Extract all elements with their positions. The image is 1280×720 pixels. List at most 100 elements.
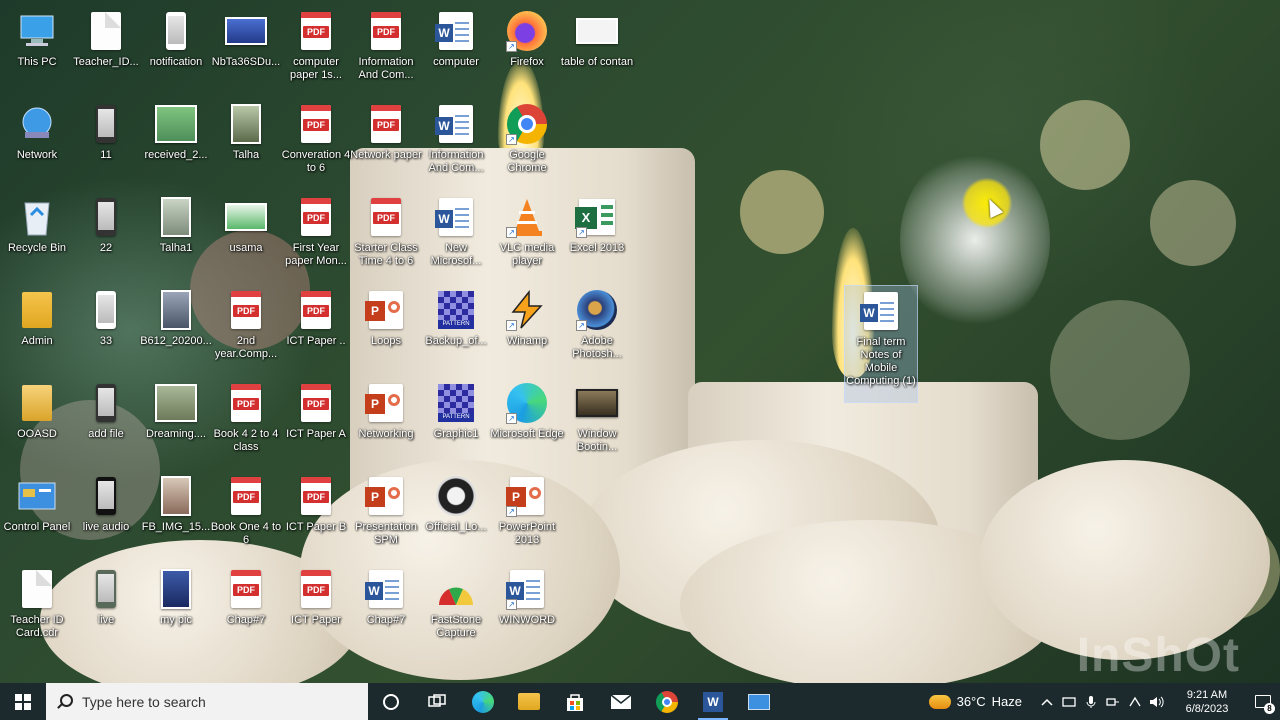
- word-file-icon: W: [435, 196, 477, 238]
- taskbar-word[interactable]: W: [690, 683, 736, 720]
- taskbar-store[interactable]: [552, 683, 598, 720]
- network-ethernet-icon[interactable]: [1102, 683, 1124, 720]
- desktop-icon-22[interactable]: 22: [69, 192, 143, 280]
- taskbar-clock[interactable]: 9:21 AM 6/8/2023: [1168, 688, 1246, 716]
- action-center-button[interactable]: 8: [1246, 683, 1280, 720]
- photo-icon: [155, 196, 197, 238]
- desktop[interactable]: This PC Network Recycle Bin Admin OOASD …: [0, 0, 1280, 683]
- desktop-icon-add-file[interactable]: add file: [69, 378, 143, 466]
- icon-label: Information And Com...: [358, 56, 414, 81]
- onedrive-icon[interactable]: [1058, 683, 1080, 720]
- taskbar-edge[interactable]: [460, 683, 506, 720]
- show-hidden-icons-chevron-up-icon[interactable]: [1036, 683, 1058, 720]
- desktop-icon-usama[interactable]: usama: [209, 192, 283, 280]
- desktop-icon-information-and-com-1[interactable]: PDF Information And Com...: [349, 6, 423, 94]
- desktop-icon-fb-img[interactable]: FB_IMG_15...: [139, 471, 213, 559]
- desktop-icon-ict-paper-b[interactable]: PDF ICT Paper B: [279, 471, 353, 559]
- microphone-icon[interactable]: [1080, 683, 1102, 720]
- wallpaper-bokeh: [1050, 300, 1190, 440]
- desktop-icon-first-year-paper[interactable]: PDF First Year paper Mon...: [279, 192, 353, 280]
- taskbar-chrome[interactable]: [644, 683, 690, 720]
- photo-icon: [225, 103, 267, 145]
- word-file-icon: W: [365, 568, 407, 610]
- desktop-icon-adobe-photoshop[interactable]: ↗ Adobe Photosh...: [560, 285, 634, 373]
- icon-label: FB_IMG_15...: [141, 521, 211, 533]
- desktop-icon-graphic1[interactable]: PATTERN Graphic1: [419, 378, 493, 466]
- desktop-icon-live-audio[interactable]: live audio: [69, 471, 143, 559]
- desktop-icon-table-of-contan[interactable]: table of contan: [560, 6, 634, 94]
- desktop-icon-new-microsoft[interactable]: W New Microsof...: [419, 192, 493, 280]
- icon-label: Network: [16, 149, 58, 161]
- icon-label: Talha1: [159, 242, 193, 254]
- desktop-icon-microsoft-edge[interactable]: ↗ Microsoft Edge: [490, 378, 564, 466]
- file-icon: [16, 568, 58, 610]
- desktop-icon-official-lo[interactable]: Official_Lo...: [419, 471, 493, 559]
- desktop-icon-loops[interactable]: P Loops: [349, 285, 423, 373]
- taskbar: Type here to search W 36°C Haze 9:21 AM …: [0, 683, 1280, 720]
- icon-label: ICT Paper: [291, 614, 341, 626]
- desktop-icon-chap7-word[interactable]: W Chap#7: [349, 564, 423, 652]
- excel-app-icon: X ↗: [575, 196, 618, 238]
- desktop-icon-ict-paper-a[interactable]: PDF ICT Paper A: [279, 378, 353, 466]
- desktop-icon-network-paper[interactable]: PDF Network paper: [349, 99, 423, 187]
- desktop-icon-final-term-notes[interactable]: W Final term Notes of Mobile Computing (…: [844, 285, 918, 403]
- desktop-icon-2nd-year[interactable]: PDF 2nd year.Comp...: [209, 285, 283, 373]
- volume-speaker-icon[interactable]: [1146, 683, 1168, 720]
- desktop-icon-ict-paper-dots[interactable]: PDF ICT Paper ..: [279, 285, 353, 373]
- desktop-icon-live[interactable]: live: [69, 564, 143, 652]
- cortana-button[interactable]: [368, 683, 414, 720]
- desktop-icon-talha[interactable]: Talha: [209, 99, 283, 187]
- desktop-icon-11[interactable]: 11: [69, 99, 143, 187]
- desktop-icon-b612[interactable]: B612_20200...: [139, 285, 213, 373]
- desktop-icon-talha1[interactable]: Talha1: [139, 192, 213, 280]
- desktop-icon-computer-paper[interactable]: PDF computer paper 1s...: [279, 6, 353, 94]
- desktop-icon-excel-2013[interactable]: X ↗ Excel 2013: [560, 192, 634, 280]
- desktop-icon-computer[interactable]: W computer: [419, 6, 493, 94]
- desktop-icon-admin[interactable]: Admin: [0, 285, 74, 373]
- desktop-icon-dreaming[interactable]: Dreaming....: [139, 378, 213, 466]
- desktop-icon-book-4-2[interactable]: PDF Book 4 2 to 4 class: [209, 378, 283, 466]
- taskbar-control-panel[interactable]: [736, 683, 782, 720]
- desktop-icon-winamp[interactable]: ↗ Winamp: [490, 285, 564, 373]
- desktop-icon-ooasd[interactable]: OOASD: [0, 378, 74, 466]
- desktop-icon-winword[interactable]: W ↗ WINWORD: [490, 564, 564, 652]
- desktop-icon-information-and-com-2[interactable]: W Information And Com...: [419, 99, 493, 187]
- desktop-icon-networking[interactable]: P Networking: [349, 378, 423, 466]
- taskbar-search-box[interactable]: Type here to search: [46, 683, 368, 720]
- desktop-icon-vlc[interactable]: ↗ VLC media player: [490, 192, 564, 280]
- taskbar-file-explorer[interactable]: [506, 683, 552, 720]
- desktop-icon-starter-class[interactable]: PDF Starter Class Time 4 to 6: [349, 192, 423, 280]
- desktop-icon-ict-paper[interactable]: PDF ICT Paper: [279, 564, 353, 652]
- desktop-icon-google-chrome[interactable]: ↗ Google Chrome: [490, 99, 564, 187]
- weather-widget[interactable]: 36°C Haze: [928, 694, 1022, 709]
- task-view-button[interactable]: [414, 683, 460, 720]
- icon-label: computer paper 1s...: [290, 56, 342, 81]
- desktop-icon-this-pc[interactable]: This PC: [0, 6, 74, 94]
- desktop-icon-firefox[interactable]: ↗ Firefox: [490, 6, 564, 94]
- input-indicator-icon[interactable]: [1124, 683, 1146, 720]
- desktop-icon-network[interactable]: Network: [0, 99, 74, 187]
- desktop-icon-window-booting[interactable]: Window Bootin...: [560, 378, 634, 466]
- desktop-icon-teacher-id[interactable]: Teacher_ID...: [69, 6, 143, 94]
- desktop-icon-my-pic[interactable]: my pic: [139, 564, 213, 652]
- start-button[interactable]: [0, 683, 46, 720]
- desktop-icon-received[interactable]: received_2...: [139, 99, 213, 187]
- network-icon: [16, 103, 58, 145]
- desktop-icon-backup-of[interactable]: PATTERN Backup_of...: [419, 285, 493, 373]
- desktop-icon-control-panel[interactable]: Control Panel: [0, 471, 74, 559]
- desktop-icon-book-one[interactable]: PDF Book One 4 to 6: [209, 471, 283, 559]
- desktop-icon-powerpoint-2013[interactable]: P ↗ PowerPoint 2013: [490, 471, 564, 559]
- laptop-image-icon: [225, 10, 267, 52]
- desktop-icon-nbta[interactable]: NbTa36SDu...: [209, 6, 283, 94]
- desktop-icon-recycle-bin[interactable]: Recycle Bin: [0, 192, 74, 280]
- desktop-icon-33[interactable]: 33: [69, 285, 143, 373]
- icon-label: usama: [229, 242, 263, 254]
- desktop-icon-converation[interactable]: PDF Converation 4 to 6: [279, 99, 353, 187]
- desktop-icon-chap7-pdf[interactable]: PDF Chap#7: [209, 564, 283, 652]
- desktop-icon-faststone-capture[interactable]: FastStone Capture: [419, 564, 493, 652]
- desktop-icon-notification[interactable]: notification: [139, 6, 213, 94]
- taskbar-mail[interactable]: [598, 683, 644, 720]
- desktop-icon-presentation-spm[interactable]: P Presentation SPM: [349, 471, 423, 559]
- desktop-icon-teacher-id-card[interactable]: Teacher ID Card.cdr: [0, 564, 74, 652]
- icon-label: Teacher_ID...: [73, 56, 139, 68]
